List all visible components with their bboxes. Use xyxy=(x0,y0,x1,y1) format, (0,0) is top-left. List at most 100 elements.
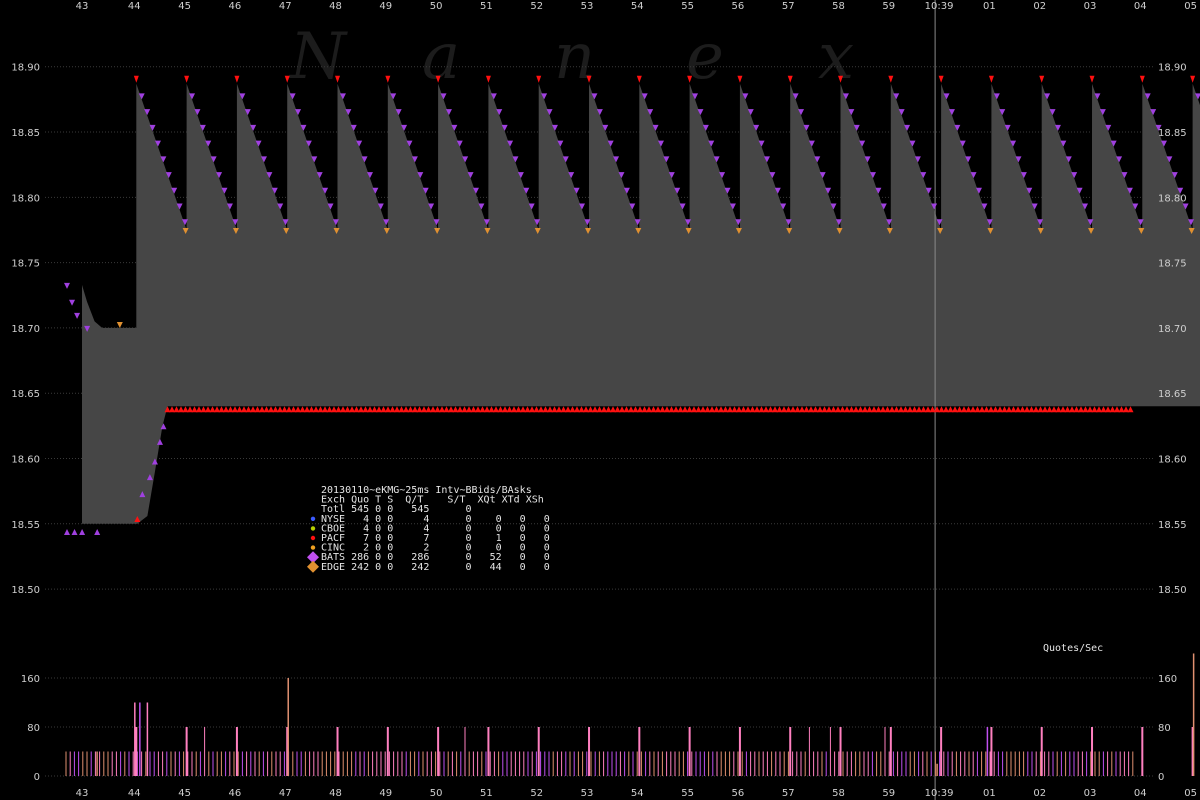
time-tick-top: 02 xyxy=(1033,1,1046,12)
bid-marker xyxy=(64,529,70,536)
time-tick-top: 44 xyxy=(128,1,141,12)
volume-tick-left: 0 xyxy=(34,772,40,783)
time-tick-top: 52 xyxy=(530,1,543,12)
exchange-marker xyxy=(310,516,316,521)
ask-marker xyxy=(1039,75,1045,83)
price-tick-left: 18.80 xyxy=(11,193,40,204)
ask-marker xyxy=(1190,75,1196,83)
ask-marker xyxy=(787,75,793,83)
price-tick-right: 18.75 xyxy=(1158,259,1187,270)
price-tick-left: 18.85 xyxy=(11,128,40,139)
time-tick-bottom: 55 xyxy=(681,788,694,799)
ask-marker xyxy=(1089,75,1095,83)
time-tick-bottom: 56 xyxy=(732,788,745,799)
ask-marker xyxy=(385,75,391,83)
ask-marker xyxy=(234,75,240,83)
ask-marker xyxy=(938,75,944,83)
spread-area-fill xyxy=(82,83,1200,524)
time-tick-top: 05 xyxy=(1184,1,1197,12)
bid-markers xyxy=(64,406,1134,536)
time-tick-bottom: 10:39 xyxy=(925,788,954,799)
exchange-marker xyxy=(307,560,319,573)
time-tick-bottom: 01 xyxy=(983,788,996,799)
time-tick-top: 45 xyxy=(178,1,191,12)
ask-marker xyxy=(888,75,894,83)
exchange-marker xyxy=(310,545,316,550)
time-tick-top: 03 xyxy=(1084,1,1097,12)
chart-canvas: Na n e x 18.50 18.50 18.55 18.55 18.60 18.60 18.6… xyxy=(11,0,1200,800)
price-tick-left: 18.60 xyxy=(11,455,40,466)
bid-marker xyxy=(79,529,86,536)
time-tick-top: 55 xyxy=(681,1,694,12)
volume-tick-left: 80 xyxy=(27,723,40,734)
time-tick-bottom: 59 xyxy=(882,788,895,799)
bid-marker xyxy=(1127,406,1134,413)
volume-tick-left: 160 xyxy=(21,674,40,685)
price-tick-right: 18.60 xyxy=(1158,455,1187,466)
exchange-stats-table: 20130110~eKMG~25ms Intv~BBids/BAsksExch … xyxy=(307,485,550,573)
volume-bars xyxy=(65,653,1195,776)
time-tick-bottom: 58 xyxy=(832,788,845,799)
time-tick-bottom: 46 xyxy=(229,788,242,799)
ask-marker xyxy=(737,75,743,83)
bid-marker xyxy=(94,529,101,536)
time-tick-top: 53 xyxy=(581,1,594,12)
volume-tick-right: 160 xyxy=(1158,674,1177,685)
watermark: Na n e x xyxy=(288,20,854,94)
price-tick-right: 18.55 xyxy=(1158,520,1187,531)
time-tick-top: 54 xyxy=(631,1,644,12)
watermark-letter: a xyxy=(422,20,460,94)
ask-marker xyxy=(1139,75,1145,83)
price-tick-left: 18.75 xyxy=(11,259,40,270)
time-tick-bottom: 02 xyxy=(1033,788,1046,799)
spread-area xyxy=(82,0,1200,800)
time-tick-top: 46 xyxy=(229,1,242,12)
price-tick-right: 18.85 xyxy=(1158,128,1187,139)
ask-marker xyxy=(133,75,139,83)
time-tick-top: 59 xyxy=(882,1,895,12)
time-tick-top: 50 xyxy=(430,1,443,12)
time-tick-bottom: 52 xyxy=(530,788,543,799)
time-tick-top: 56 xyxy=(732,1,745,12)
price-tick-left: 18.70 xyxy=(11,324,40,335)
volume-tick-right: 0 xyxy=(1158,772,1164,783)
ask-marker xyxy=(74,312,81,319)
time-tick-top: 04 xyxy=(1134,1,1147,12)
price-tick-left: 18.50 xyxy=(11,585,40,596)
exchange-marker xyxy=(310,526,316,531)
price-tick-right: 18.90 xyxy=(1158,63,1187,74)
volume-gridlines xyxy=(45,677,1155,777)
time-tick-bottom: 51 xyxy=(480,788,493,799)
time-tick-top: 43 xyxy=(76,1,89,12)
time-tick-top: 57 xyxy=(782,1,795,12)
ask-marker xyxy=(485,75,491,83)
time-tick-bottom: 04 xyxy=(1134,788,1147,799)
watermark-letter: e xyxy=(686,20,724,94)
stats-row: EDGE 242 0 0 242 0 44 0 0 xyxy=(321,562,550,573)
ask-marker xyxy=(64,282,70,289)
volume-tick-right: 80 xyxy=(1158,723,1171,734)
ask-marker xyxy=(69,299,76,306)
watermark-letter: N xyxy=(288,20,348,94)
time-tick-bottom: 05 xyxy=(1184,788,1197,799)
ask-marker xyxy=(536,75,542,83)
ask-marker xyxy=(988,75,994,83)
time-tick-top: 47 xyxy=(279,1,292,12)
ask-marker xyxy=(116,322,123,328)
price-tick-left: 18.65 xyxy=(11,389,40,400)
time-tick-bottom: 54 xyxy=(631,788,644,799)
ask-marker xyxy=(184,75,190,83)
time-tick-bottom: 03 xyxy=(1084,788,1097,799)
time-tick-bottom: 48 xyxy=(329,788,342,799)
time-tick-top: 49 xyxy=(379,1,392,12)
price-tick-left: 18.55 xyxy=(11,520,40,531)
time-tick-top: 51 xyxy=(480,1,493,12)
time-tick-bottom: 47 xyxy=(279,788,292,799)
ask-marker xyxy=(636,75,642,83)
time-tick-bottom: 44 xyxy=(128,788,141,799)
ask-marker xyxy=(284,75,290,83)
time-tick-bottom: 49 xyxy=(379,788,392,799)
time-tick-bottom: 45 xyxy=(178,788,191,799)
time-tick-bottom: 50 xyxy=(430,788,443,799)
time-tick-top: 01 xyxy=(983,1,996,12)
